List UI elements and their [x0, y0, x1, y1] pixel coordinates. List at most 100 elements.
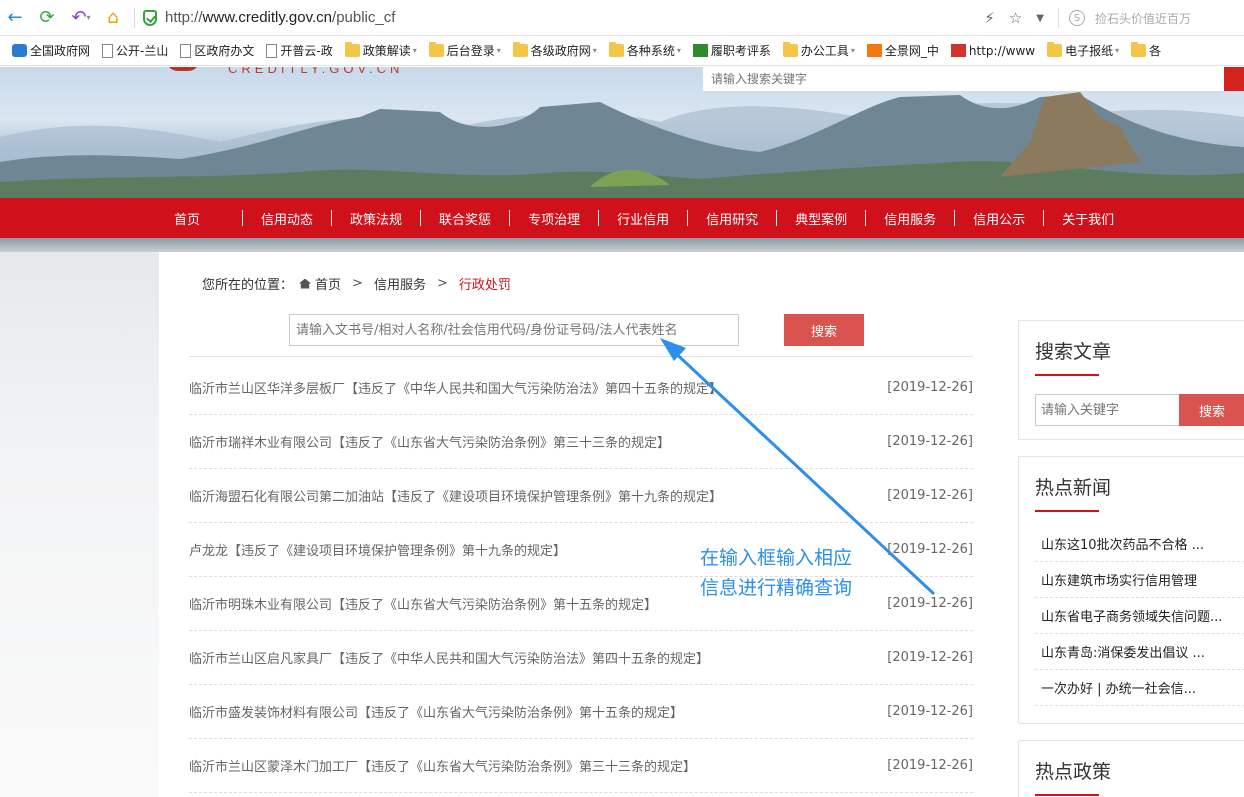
main-content: 您所在的位置： 首页 > 信用服务 > 行政处罚 搜索 临沂市兰山区华洋多层板厂… — [159, 252, 1244, 797]
bookmark-label: 区政府办文 — [194, 44, 255, 58]
nav-divider — [420, 210, 422, 226]
record-title[interactable]: 卢龙龙【违反了《建设项目环境保护管理条例》第十九条的规定】 — [189, 540, 566, 559]
record-title[interactable]: 临沂市明珠木业有限公司【违反了《山东省大气污染防治条例》第十五条的规定】 — [189, 594, 657, 613]
chevron-down-icon: ▾ — [850, 46, 855, 55]
hot-news-panel: 热点新闻 山东这10批次药品不合格 ... 山东建筑市场实行信用管理 山东省电子商务… — [1018, 456, 1244, 724]
penalty-record-row[interactable]: 临沂海盟石化有限公司第二加油站【违反了《建设项目环境保护管理条例》第十九条的规定… — [189, 469, 973, 523]
penalty-record-row[interactable]: 卢龙龙【违反了《建设项目环境保护管理条例》第十九条的规定】 [2019-12-26… — [189, 523, 973, 577]
bookmark-item[interactable]: 各种系统 ▾ — [608, 42, 681, 59]
record-title[interactable]: 临沂市兰山区启凡家具厂【违反了《中华人民共和国大气污染防治法》第四十五条的规定】 — [189, 648, 709, 667]
undo-icon[interactable]: ↶ ▾ — [66, 5, 96, 31]
favicon-icon — [950, 44, 966, 57]
nav-item[interactable]: 信用研究 — [669, 209, 758, 228]
bookmark-label: 全景网_中 — [884, 44, 939, 58]
hot-news-item[interactable]: 山东青岛:消保委发出倡议 ... — [1035, 634, 1244, 670]
home-icon[interactable]: ⌂ — [100, 5, 126, 31]
penalty-search-bar: 搜索 — [289, 314, 864, 346]
record-title[interactable]: 临沂市兰山区华洋多层板厂【违反了《中华人民共和国大气污染防治法》第四十五条的规定… — [189, 378, 722, 397]
hot-news-item[interactable]: 一次办好 | 办统一社会信... — [1035, 670, 1244, 706]
bookmark-label: 全国政府网 — [30, 44, 91, 58]
bookmark-item[interactable]: 政策解读 ▾ — [344, 42, 417, 59]
record-date: [2019-12-26] — [887, 650, 973, 665]
nav-item-label: 信用动态 — [261, 212, 314, 228]
back-arrow-icon[interactable]: ← — [2, 5, 28, 31]
nav-item-label: 信用研究 — [706, 212, 759, 228]
hot-policy-panel: 热点政策 — [1018, 740, 1244, 797]
nav-divider — [687, 210, 689, 226]
nav-item[interactable]: 政策法规 — [313, 209, 402, 228]
main-nav-list: 首页 信用动态 政策法规 联合奖惩 专项治理 行业信用 信用研究 典型案例 信用服务 信用公示 关于… — [174, 209, 1114, 228]
secure-shield-icon — [143, 9, 157, 26]
bookmark-item[interactable]: 全景网_中 — [866, 42, 939, 59]
bookmark-label: 政策解读 — [362, 44, 411, 58]
record-date: [2019-12-26] — [887, 704, 973, 719]
favicon-icon — [692, 44, 708, 57]
bookmark-item[interactable]: 履职考评系 — [692, 42, 771, 59]
nav-divider — [865, 210, 867, 226]
record-date: [2019-12-26] — [887, 434, 973, 449]
nav-item-label: 信用服务 — [884, 212, 937, 228]
hot-news-item[interactable]: 山东建筑市场实行信用管理 — [1035, 562, 1244, 598]
nav-item[interactable]: 典型案例 — [758, 209, 847, 228]
bookmark-item[interactable]: 办公工具 ▾ — [782, 42, 855, 59]
nav-item-label: 行业信用 — [617, 212, 670, 228]
hot-news-item[interactable]: 山东这10批次药品不合格 ... — [1035, 526, 1244, 562]
sidebar-search-button[interactable]: 搜索 — [1179, 394, 1244, 426]
bookmark-item[interactable]: 区政府办文 — [180, 42, 254, 59]
nav-item[interactable]: 关于我们 — [1025, 209, 1114, 228]
record-title[interactable]: 临沂海盟石化有限公司第二加油站【违反了《建设项目环境保护管理条例》第十九条的规定… — [189, 486, 722, 505]
nav-item[interactable]: 首页 — [174, 209, 224, 228]
top-search-button[interactable] — [1224, 67, 1244, 91]
penalty-record-row[interactable]: 临沂市兰山区启凡家具厂【违反了《中华人民共和国大气污染防治法》第四十五条的规定】… — [189, 631, 973, 685]
address-bar-tools: ⚡ ☆ ▼ S 捡石头价值近百万 — [984, 0, 1244, 36]
penalty-record-row[interactable]: 临沂市兰山区蒙泽木门加工厂【违反了《山东省大气污染防治条例》第三十三条的规定】 [… — [189, 739, 973, 793]
nav-item[interactable]: 专项治理 — [491, 209, 580, 228]
browser-search-box[interactable]: S 捡石头价值近百万 — [1069, 10, 1244, 27]
bookmark-item[interactable]: 各级政府网 ▾ — [512, 42, 597, 59]
nav-divider — [776, 210, 778, 226]
bookmark-item[interactable]: 电子报纸 ▾ — [1047, 42, 1119, 59]
penalty-record-row[interactable]: 临沂市明珠木业有限公司【违反了《山东省大气污染防治条例》第十五条的规定】 [201… — [189, 577, 973, 631]
annotation-line-2: 信息进行精确查询 — [700, 577, 853, 599]
star-icon[interactable]: ☆ — [1009, 9, 1022, 27]
folder-icon — [1131, 42, 1147, 57]
record-date: [2019-12-26] — [887, 596, 973, 611]
penalty-record-list: 临沂市兰山区华洋多层板厂【违反了《中华人民共和国大气污染防治法》第四十五条的规定… — [189, 361, 973, 793]
nav-item[interactable]: 信用服务 — [847, 209, 936, 228]
breadcrumb: 您所在的位置： 首页 > 信用服务 > 行政处罚 — [202, 274, 511, 293]
main-navigation: 首页 信用动态 政策法规 联合奖惩 专项治理 行业信用 信用研究 典型案例 信用服务 信用公示 关于… — [0, 198, 1244, 238]
url-field[interactable]: http://www.creditly.gov.cn/public_cf — [165, 9, 395, 26]
bookmark-item[interactable]: 后台登录 ▾ — [428, 42, 501, 59]
top-search-box — [703, 67, 1244, 91]
bookmark-item[interactable]: 各 — [1131, 42, 1161, 59]
penalty-search-button[interactable]: 搜索 — [784, 314, 864, 346]
reload-icon[interactable]: ⟳ — [34, 5, 60, 31]
record-title[interactable]: 临沂市兰山区蒙泽木门加工厂【违反了《山东省大气污染防治条例》第三十三条的规定】 — [189, 756, 696, 775]
bookmark-item[interactable]: 公开-兰山 — [102, 42, 168, 59]
breadcrumb-level1-link[interactable]: 信用服务 — [374, 274, 426, 293]
penalty-record-row[interactable]: 临沂市瑞祥木业有限公司【违反了《山东省大气污染防治条例》第三十三条的规定】 [20… — [189, 415, 973, 469]
nav-item[interactable]: 信用动态 — [224, 209, 313, 228]
hot-news-item[interactable]: 山东省电子商务领域失信问题... — [1035, 598, 1244, 634]
bookmark-item[interactable]: 开普云-政 — [266, 42, 333, 59]
website: CREDITLY.GOV.CN 首页信用动态政策法规联合奖惩专项治理行业信用信用… — [0, 67, 1244, 797]
site-logo-text: CREDITLY.GOV.CN — [228, 67, 404, 76]
penalty-record-row[interactable]: 临沂市盛发装饰材料有限公司【违反了《山东省大气污染防治条例》第十五条的规定】 [2… — [189, 685, 973, 739]
breadcrumb-home-link[interactable]: 首页 — [315, 274, 341, 293]
record-title[interactable]: 临沂市盛发装饰材料有限公司【违反了《山东省大气污染防治条例》第十五条的规定】 — [189, 702, 683, 721]
penalty-record-row[interactable]: 临沂市兰山区华洋多层板厂【违反了《中华人民共和国大气污染防治法》第四十五条的规定… — [189, 361, 973, 415]
chevron-down-icon: ▾ — [592, 46, 597, 55]
penalty-search-input[interactable] — [289, 314, 739, 346]
nav-item[interactable]: 信用公示 — [936, 209, 1025, 228]
nav-item[interactable]: 行业信用 — [580, 209, 669, 228]
lightning-icon[interactable]: ⚡ — [984, 9, 995, 27]
hot-policy-title: 热点政策 — [1035, 757, 1244, 796]
top-search-input[interactable] — [703, 67, 1223, 91]
nav-item-label: 专项治理 — [528, 212, 581, 228]
bookmark-item[interactable]: http://www — [950, 44, 1035, 58]
chevron-down-icon[interactable]: ▼ — [1036, 13, 1044, 24]
sidebar-search-input[interactable] — [1035, 394, 1180, 426]
nav-item[interactable]: 联合奖惩 — [402, 209, 491, 228]
bookmark-item[interactable]: 全国政府网 — [12, 42, 90, 59]
record-title[interactable]: 临沂市瑞祥木业有限公司【违反了《山东省大气污染防治条例》第三十三条的规定】 — [189, 432, 670, 451]
